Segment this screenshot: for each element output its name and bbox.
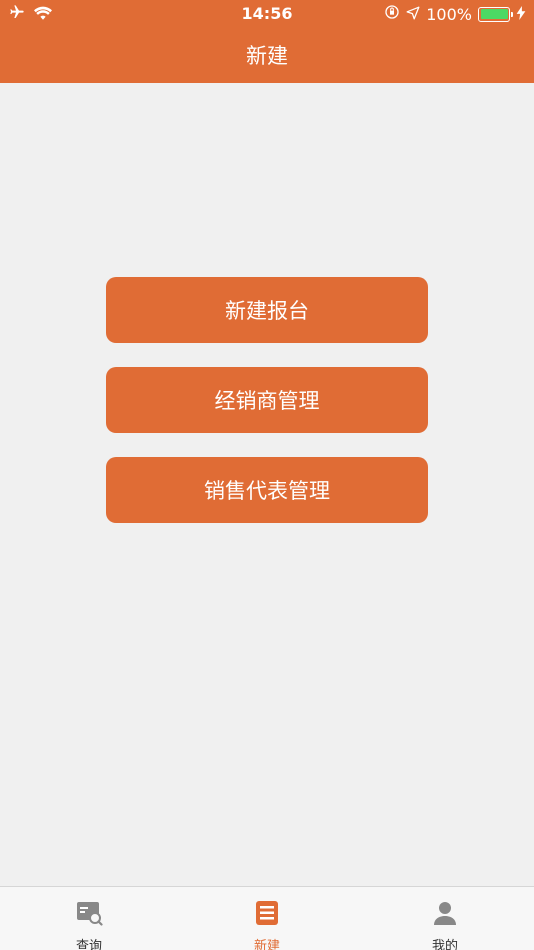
orientation-lock-icon bbox=[384, 4, 400, 24]
battery-percent: 100% bbox=[426, 4, 472, 24]
page-title: 新建 bbox=[246, 44, 288, 68]
status-right: 100% bbox=[384, 4, 526, 24]
location-arrow-icon bbox=[406, 5, 420, 24]
tab-mine[interactable]: 我的 bbox=[356, 887, 534, 950]
new-report-button[interactable]: 新建报台 bbox=[106, 277, 428, 343]
person-icon bbox=[431, 899, 459, 931]
app-header: 14:56 100% 新建 bbox=[0, 0, 534, 83]
sales-rep-management-button[interactable]: 销售代表管理 bbox=[106, 457, 428, 523]
tab-bar: 查询 新建 我的 bbox=[0, 886, 534, 950]
tab-query-label: 查询 bbox=[75, 939, 102, 950]
tab-query[interactable]: 查询 bbox=[0, 887, 178, 950]
tab-mine-label: 我的 bbox=[431, 939, 458, 950]
tab-new[interactable]: 新建 bbox=[178, 887, 356, 950]
battery-icon bbox=[478, 6, 513, 22]
dealer-management-button[interactable]: 经销商管理 bbox=[106, 367, 428, 433]
search-doc-icon bbox=[75, 899, 103, 931]
tab-new-label: 新建 bbox=[253, 939, 280, 950]
charging-bolt-icon bbox=[516, 5, 526, 24]
status-bar: 14:56 100% bbox=[0, 0, 534, 28]
list-doc-icon bbox=[253, 899, 281, 931]
